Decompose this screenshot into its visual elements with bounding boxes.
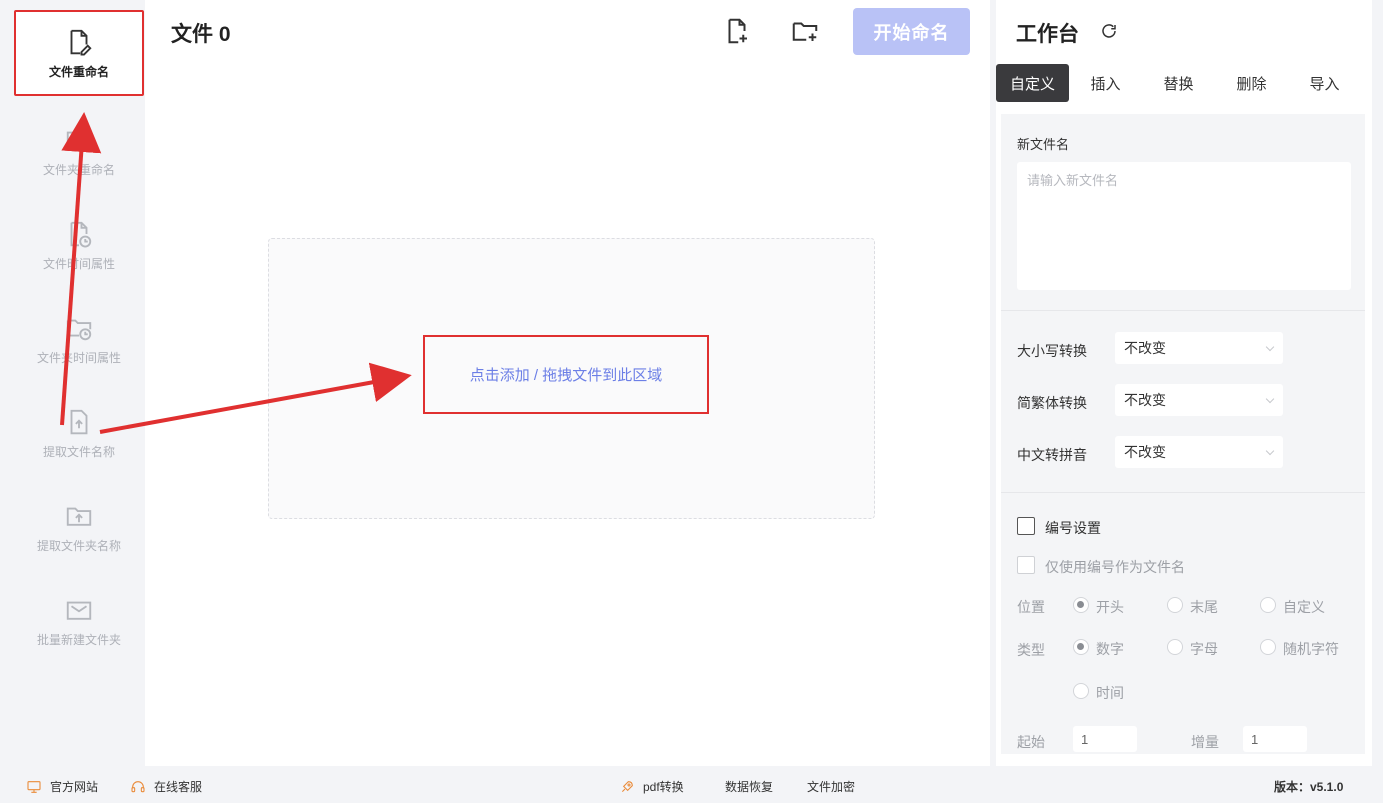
- position-custom-radio[interactable]: [1260, 597, 1276, 613]
- add-file-icon[interactable]: [722, 16, 752, 46]
- rocket-icon: [619, 779, 635, 795]
- recovery-link[interactable]: 数据恢复: [725, 778, 773, 795]
- type-random-label: 随机字符: [1283, 641, 1339, 657]
- sidebar-item-label: 文件夹重命名: [42, 162, 115, 177]
- folder-edit-icon: [64, 125, 94, 155]
- new-name-input[interactable]: 请输入新文件名: [1017, 162, 1351, 290]
- start-stepper[interactable]: 1: [1073, 726, 1137, 752]
- only-number-label: 仅使用编号作为文件名: [1045, 559, 1185, 575]
- sidebar-item-file-rename[interactable]: 文件重命名: [14, 10, 144, 96]
- tab-insert[interactable]: 插入: [1069, 64, 1142, 102]
- case-label: 大小写转换: [1017, 343, 1087, 359]
- pdf-label: pdf转换: [643, 780, 684, 794]
- folder-new-icon: [64, 595, 94, 625]
- website-link[interactable]: 官方网站: [26, 778, 98, 795]
- tab-import[interactable]: 导入: [1288, 64, 1361, 102]
- start-label: 起始: [1017, 734, 1045, 750]
- pinyin-value: 不改变: [1124, 444, 1166, 460]
- only-number-checkbox[interactable]: [1017, 556, 1035, 574]
- sidebar-item-extract-folder[interactable]: 提取文件夹名称: [14, 484, 144, 570]
- chevron-down-icon: [1265, 446, 1275, 456]
- version-label: 版本：v5.1.0: [1274, 780, 1344, 794]
- support-label: 在线客服: [154, 780, 203, 794]
- type-random-radio[interactable]: [1260, 639, 1276, 655]
- file-edit-icon: [64, 27, 94, 57]
- sidebar-item-label: 提取文件名称: [42, 444, 115, 459]
- divider: [1001, 310, 1365, 311]
- sidebar-item-label: 提取文件夹名称: [36, 538, 121, 553]
- sidebar-item-label: 文件夹时间属性: [36, 350, 121, 365]
- position-start-radio[interactable]: [1073, 597, 1089, 613]
- case-select[interactable]: 不改变: [1115, 332, 1283, 364]
- website-label: 官方网站: [50, 780, 99, 794]
- sidebar-item-file-time[interactable]: 文件时间属性: [14, 202, 144, 288]
- panel-body: 新文件名 请输入新文件名 大小写转换 不改变 简繁体转换 不改变 中文转拼音 不…: [1001, 114, 1365, 754]
- type-time-label: 时间: [1096, 685, 1124, 701]
- panel-tabs: 自定义 插入 替换 删除 导入: [996, 62, 1362, 104]
- type-number-label: 数字: [1096, 641, 1124, 657]
- tab-custom[interactable]: 自定义: [996, 64, 1069, 102]
- sidebar-item-folder-time[interactable]: 文件夹时间属性: [14, 296, 144, 382]
- file-upload-icon: [64, 407, 94, 437]
- position-label: 位置: [1017, 599, 1045, 615]
- file-dropzone[interactable]: 点击添加 / 拖拽文件到此区域: [268, 238, 875, 519]
- position-end-label: 末尾: [1190, 599, 1218, 615]
- tab-delete[interactable]: 删除: [1215, 64, 1288, 102]
- type-letter-radio[interactable]: [1167, 639, 1183, 655]
- status-bar: 官方网站 在线客服 pdf转换 数据恢复 文件加密 版本：v5.1.0: [0, 768, 1383, 803]
- folder-clock-icon: [64, 313, 94, 343]
- sidebar-item-folder-rename[interactable]: 文件夹重命名: [14, 108, 144, 194]
- position-custom-label: 自定义: [1283, 599, 1325, 615]
- tab-replace[interactable]: 替换: [1142, 64, 1215, 102]
- numbering-label: 编号设置: [1045, 520, 1101, 536]
- step-stepper[interactable]: 1: [1243, 726, 1307, 752]
- headset-icon: [130, 779, 146, 795]
- type-letter-label: 字母: [1190, 641, 1218, 657]
- pinyin-select[interactable]: 不改变: [1115, 436, 1283, 468]
- dropzone-label[interactable]: 点击添加 / 拖拽文件到此区域: [423, 335, 709, 414]
- start-rename-button[interactable]: 开始命名: [853, 8, 970, 55]
- monitor-icon: [26, 779, 42, 795]
- sidebar-item-extract-file[interactable]: 提取文件名称: [14, 390, 144, 476]
- chevron-down-icon: [1265, 394, 1275, 404]
- position-end-radio[interactable]: [1167, 597, 1183, 613]
- new-name-label: 新文件名: [1017, 137, 1070, 152]
- workbench-panel: 工作台 自定义 插入 替换 删除 导入 新文件名 请输入新文件名 大小写转换 不…: [996, 0, 1372, 766]
- type-time-radio[interactable]: [1073, 683, 1089, 699]
- pinyin-label: 中文转拼音: [1017, 447, 1087, 463]
- main-area: 文件 0 开始命名 点击添加 / 拖拽文件到此区域: [145, 0, 990, 766]
- file-clock-icon: [64, 219, 94, 249]
- sidebar-item-label: 文件重命名: [48, 64, 109, 79]
- chevron-down-icon: [1265, 342, 1275, 352]
- folder-upload-icon: [64, 501, 94, 531]
- trad-label: 简繁体转换: [1017, 395, 1087, 411]
- type-label: 类型: [1017, 642, 1045, 658]
- step-label: 增量: [1191, 734, 1219, 750]
- trad-value: 不改变: [1124, 392, 1166, 408]
- divider: [1001, 492, 1365, 493]
- case-value: 不改变: [1124, 340, 1166, 356]
- numbering-checkbox[interactable]: [1017, 517, 1035, 535]
- sidebar: 文件重命名 文件夹重命名 文件时间属性 文件夹时间属性 提取文件名称 提取文件夹…: [0, 0, 145, 768]
- trad-select[interactable]: 不改变: [1115, 384, 1283, 416]
- encrypt-link[interactable]: 文件加密: [807, 778, 855, 795]
- sidebar-item-label: 批量新建文件夹: [36, 632, 121, 647]
- sidebar-item-new-folders[interactable]: 批量新建文件夹: [14, 578, 144, 664]
- support-link[interactable]: 在线客服: [130, 778, 202, 795]
- add-folder-icon[interactable]: [790, 16, 820, 46]
- page-title: 文件 0: [171, 23, 231, 46]
- position-start-label: 开头: [1096, 599, 1124, 615]
- sidebar-item-label: 文件时间属性: [42, 256, 115, 271]
- refresh-icon[interactable]: [1100, 22, 1118, 40]
- panel-title: 工作台: [1016, 23, 1079, 46]
- type-number-radio[interactable]: [1073, 639, 1089, 655]
- pdf-link[interactable]: pdf转换: [619, 778, 684, 795]
